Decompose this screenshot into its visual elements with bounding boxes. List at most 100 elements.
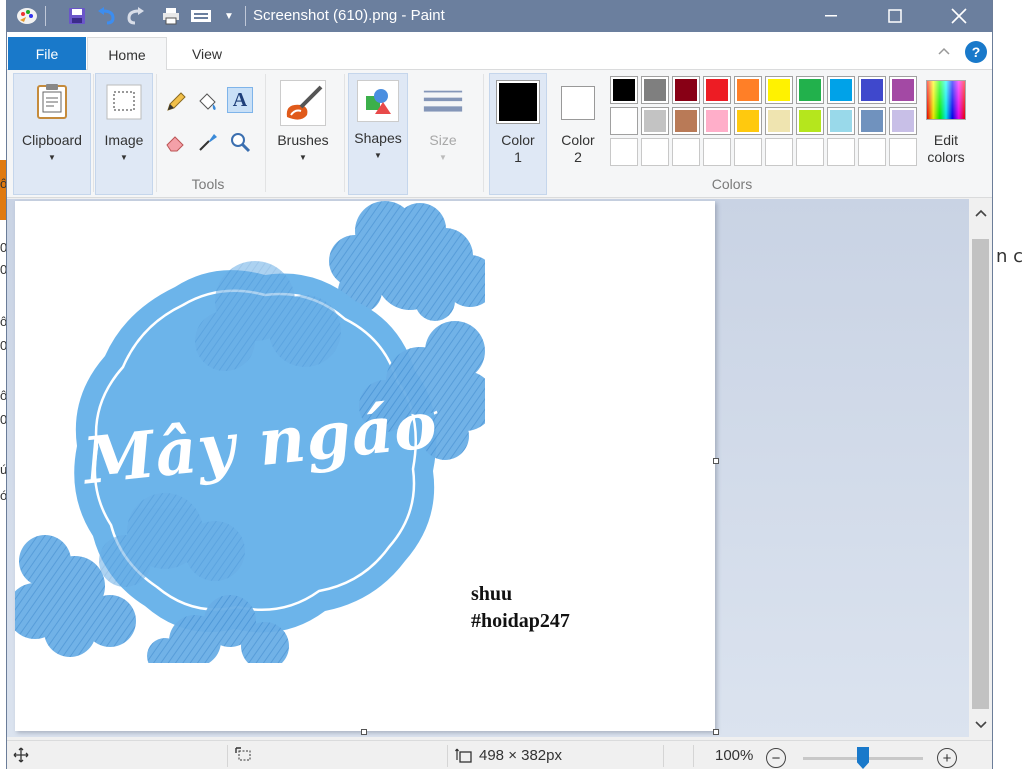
palette-swatch-empty[interactable]	[703, 138, 731, 166]
palette-swatch[interactable]	[641, 76, 669, 104]
palette-swatch[interactable]	[610, 76, 638, 104]
color-picker-icon[interactable]	[195, 129, 221, 155]
drawing-canvas[interactable]: Mây ngáo shuu #hoidap247	[15, 201, 715, 731]
status-divider	[447, 745, 448, 767]
scroll-thumb[interactable]	[972, 239, 989, 709]
palette-swatch[interactable]	[703, 76, 731, 104]
palette-swatch-empty[interactable]	[610, 138, 638, 166]
palette-swatch[interactable]	[765, 76, 793, 104]
scroll-down-icon[interactable]	[969, 713, 992, 737]
palette-swatch-empty[interactable]	[672, 138, 700, 166]
palette-swatch-fill	[613, 110, 635, 132]
window-title: Screenshot (610).png - Paint	[253, 7, 445, 24]
zoom-in-icon[interactable]: +	[937, 748, 957, 768]
edit-colors-button[interactable]: Edit colors	[919, 73, 973, 195]
minimize-button[interactable]	[808, 0, 854, 32]
palette-swatch[interactable]	[796, 107, 824, 135]
tab-home[interactable]: Home	[87, 37, 167, 71]
zoom-out-icon[interactable]: −	[766, 748, 786, 768]
palette-swatch[interactable]	[734, 76, 762, 104]
color2-swatch	[561, 86, 595, 120]
palette-swatch-empty[interactable]	[858, 138, 886, 166]
shapes-button[interactable]: Shapes ▼	[348, 73, 408, 195]
palette-swatch-empty[interactable]	[796, 138, 824, 166]
display-icon[interactable]	[189, 4, 213, 28]
palette-swatch[interactable]	[672, 76, 700, 104]
palette-swatch-fill	[830, 110, 852, 132]
palette-swatch[interactable]	[765, 107, 793, 135]
palette-swatch[interactable]	[641, 107, 669, 135]
palette-swatch-fill	[892, 110, 914, 132]
pencil-icon[interactable]	[163, 89, 189, 115]
vertical-scrollbar[interactable]	[969, 199, 992, 737]
save-icon[interactable]	[65, 4, 89, 28]
status-divider	[663, 745, 664, 767]
zoom-level: 100%	[715, 747, 754, 764]
palette-swatch-fill	[861, 79, 883, 101]
palette-swatch[interactable]	[672, 107, 700, 135]
palette-swatch-empty[interactable]	[734, 138, 762, 166]
paint-window: ▼ Screenshot (610).png - Paint File Home…	[6, 0, 993, 769]
palette-swatch-empty[interactable]	[889, 138, 917, 166]
palette-swatch[interactable]	[889, 76, 917, 104]
select-icon	[104, 82, 144, 122]
palette-swatch[interactable]	[827, 76, 855, 104]
image-size: 498 × 382px	[455, 747, 562, 764]
palette-swatch-fill	[799, 110, 821, 132]
status-divider	[693, 745, 694, 767]
titlebar-divider	[245, 6, 246, 26]
palette-swatch-empty[interactable]	[765, 138, 793, 166]
palette-swatch[interactable]	[796, 76, 824, 104]
caption-line-2: #hoidap247	[471, 610, 570, 632]
close-button[interactable]	[936, 0, 982, 32]
resize-handle-right[interactable]	[713, 458, 719, 464]
group-divider	[344, 74, 345, 192]
palette-swatch-empty[interactable]	[641, 138, 669, 166]
color1-fill	[499, 83, 537, 121]
canvas-caption: shuu #hoidap247	[471, 581, 570, 635]
rainbow-icon	[926, 80, 966, 120]
tab-view[interactable]: View	[169, 37, 245, 70]
palette-swatch[interactable]	[734, 107, 762, 135]
customize-quick-access-icon[interactable]: ▼	[217, 4, 241, 28]
magnifier-icon[interactable]	[227, 129, 253, 155]
paint-app-icon[interactable]	[15, 4, 39, 28]
palette-swatch[interactable]	[858, 76, 886, 104]
text-icon[interactable]: A	[227, 87, 253, 113]
size-button[interactable]: Size ▼	[413, 73, 473, 195]
image-size-icon	[455, 748, 472, 763]
image-button[interactable]: Image ▼	[95, 73, 153, 195]
brushes-button[interactable]: Brushes ▼	[270, 73, 336, 195]
print-icon[interactable]	[159, 4, 183, 28]
collapse-ribbon-icon[interactable]	[935, 42, 953, 60]
color2-fill	[564, 89, 592, 117]
color1-button[interactable]: Color 1	[489, 73, 547, 195]
palette-swatch[interactable]	[827, 107, 855, 135]
help-icon[interactable]: ?	[965, 41, 987, 63]
color1-swatch	[496, 80, 540, 124]
group-divider	[483, 74, 484, 192]
palette-swatch[interactable]	[610, 107, 638, 135]
color2-button[interactable]: Color 2	[551, 73, 605, 195]
maximize-button[interactable]	[872, 0, 918, 32]
eraser-icon[interactable]	[163, 129, 189, 155]
resize-handle-bottom[interactable]	[361, 729, 367, 735]
ribbon-home: Clipboard ▼ Image ▼ A Tools Brushes ▼ Sh…	[7, 70, 992, 198]
palette-swatch[interactable]	[858, 107, 886, 135]
palette-swatch[interactable]	[889, 107, 917, 135]
title-bar: ▼ Screenshot (610).png - Paint	[7, 0, 992, 32]
palette-swatch[interactable]	[703, 107, 731, 135]
fill-icon[interactable]	[195, 89, 221, 115]
palette-swatch-fill	[737, 79, 759, 101]
resize-handle-corner[interactable]	[713, 729, 719, 735]
canvas-workspace: Mây ngáo shuu #hoidap247	[7, 199, 969, 737]
scroll-up-icon[interactable]	[969, 201, 992, 225]
redo-icon[interactable]	[123, 4, 147, 28]
clipboard-button[interactable]: Clipboard ▼	[13, 73, 91, 195]
undo-icon[interactable]	[95, 4, 119, 28]
palette-swatch-empty[interactable]	[827, 138, 855, 166]
tab-file[interactable]: File	[8, 37, 86, 70]
group-divider	[265, 74, 266, 192]
status-bar: 498 × 382px 100% − +	[7, 740, 992, 769]
zoom-slider-thumb[interactable]	[857, 747, 869, 769]
